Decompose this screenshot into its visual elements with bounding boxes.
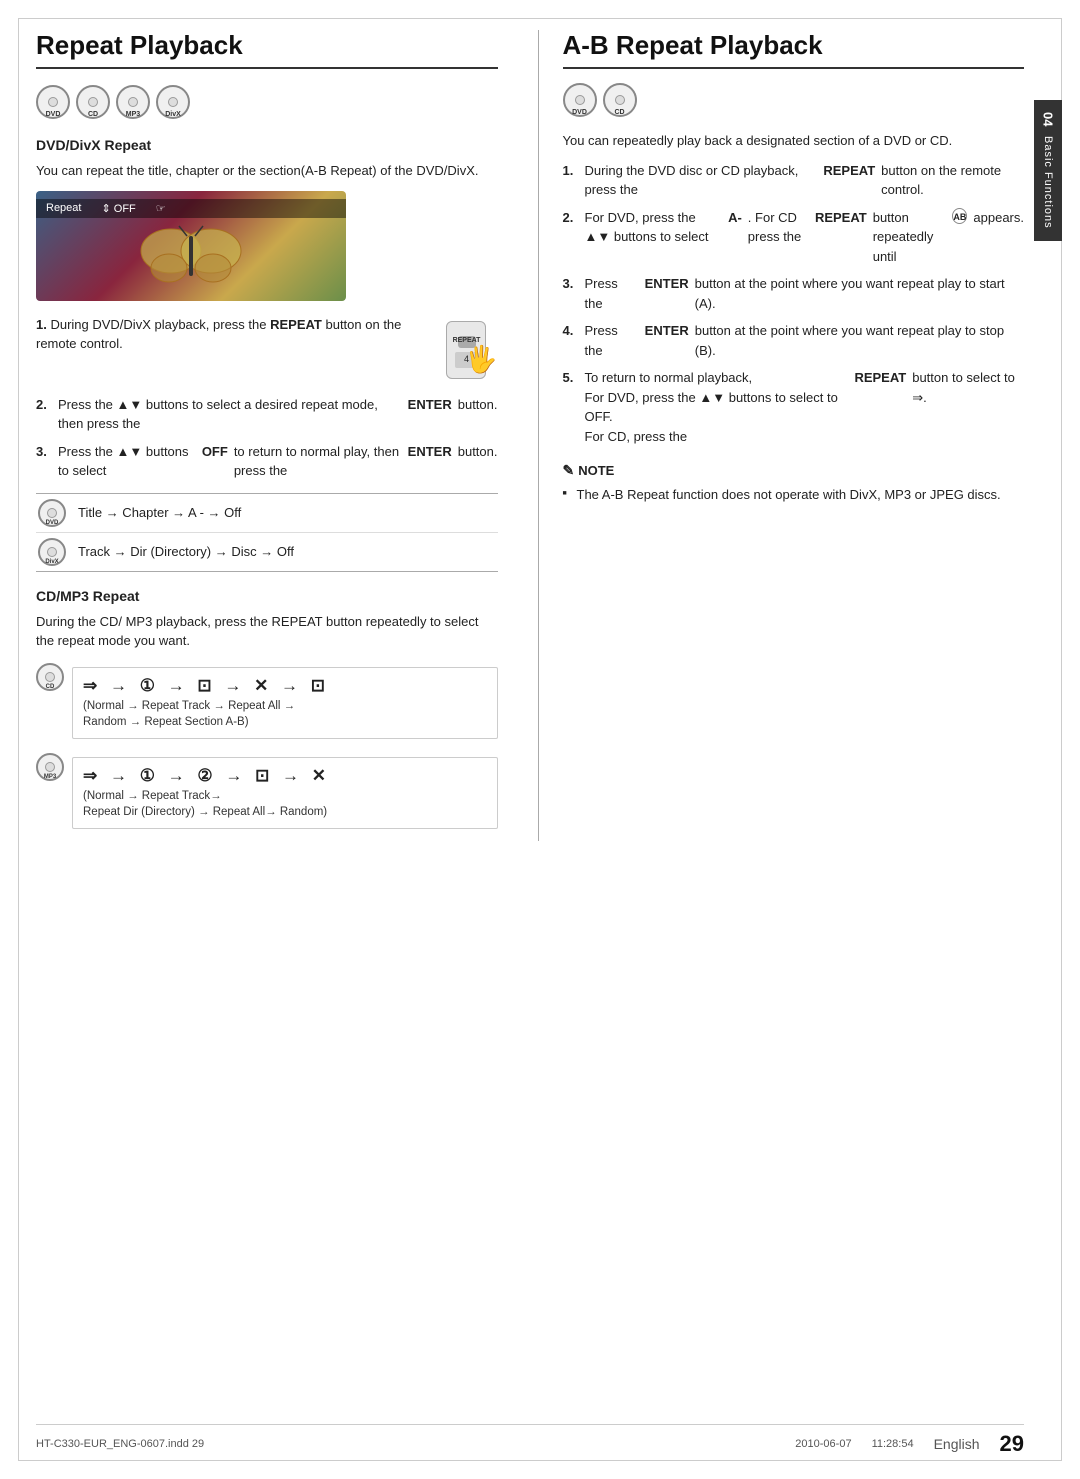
cd-icon-small: CD (36, 663, 64, 691)
mp3-icon-small: MP3 (36, 753, 64, 781)
left-column: Repeat Playback DVD CD MP3 (36, 30, 508, 841)
mp3-sequence-box: ⇒ → ① → ② → ⊡ → ✕ (Normal → Repeat Track… (72, 757, 498, 829)
sidebar-tab: 04 Basic Functions (1034, 100, 1062, 241)
ab-repeat-title: A-B Repeat Playback (563, 30, 1025, 69)
disc-icon-row: DVD CD MP3 DivX (36, 85, 498, 119)
divx-repeat-sequence: Track → Dir (Directory) → Disc → Off (78, 544, 294, 559)
page-title: Repeat Playback (36, 30, 498, 69)
right-disc-icons: DVD CD (563, 83, 1025, 117)
cd-mp3-intro: During the CD/ MP3 playback, press the R… (36, 612, 498, 651)
cd-mp3-heading: CD/MP3 Repeat (36, 588, 498, 604)
hand-icon: 🖐 (465, 340, 497, 379)
footer-filename: HT-C330-EUR_ENG-0607.indd 29 (36, 1438, 204, 1450)
ab-step-3: 3. Press the ENTER button at the point w… (563, 274, 1025, 313)
step-1-with-image: 1. During DVD/DivX playback, press the R… (36, 315, 498, 379)
repeat-table-row-dvd: DVD Title → Chapter → A - → Off (36, 494, 498, 533)
note-title: NOTE (563, 462, 1025, 479)
mp3-mode-content: ⇒ → ① → ② → ⊡ → ✕ (Normal → Repeat Track… (72, 751, 498, 833)
butterfly-svg (131, 216, 251, 296)
ab-step-1: 1. During the DVD disc or CD playback, p… (563, 161, 1025, 200)
ab-step-4: 4. Press the ENTER button at the point w… (563, 321, 1025, 360)
dvd-screenshot: Repeat ⇕ OFF ☞ (36, 191, 346, 301)
cd-sequence-box: ⇒ → ① → ⊡ → ✕ → ⊡ (Normal → Repeat Track… (72, 667, 498, 739)
ab-section-icon: AB (952, 208, 967, 224)
footer-date: 2010-06-07 (795, 1438, 851, 1450)
repeat-table: DVD Title → Chapter → A - → Off DivX Tr (36, 493, 498, 572)
mp3-mode-item: MP3 ⇒ → ① → ② → ⊡ → ✕ (Normal → Repeat T… (36, 751, 498, 833)
ab-intro: You can repeatedly play back a designate… (563, 131, 1025, 151)
dvd-disc-icon: DVD (36, 85, 70, 119)
sidebar-text: Basic Functions (1042, 136, 1054, 229)
divx-icon-table: DivX (36, 538, 68, 566)
right-dvd-icon: DVD (563, 83, 597, 117)
step-item: 2. Press the ▲▼ buttons to select a desi… (36, 395, 498, 434)
cd-caption: (Normal → Repeat Track → Repeat All →Ran… (83, 698, 487, 730)
dvd-steps-list: 1. During DVD/DivX playback, press the R… (36, 315, 498, 481)
dvd-vcd-icon: DVD (36, 499, 68, 527)
step-1-text: 1. During DVD/DivX playback, press the R… (36, 315, 436, 354)
page-label: English (934, 1436, 980, 1452)
cd-mode-content: ⇒ → ① → ⊡ → ✕ → ⊡ (Normal → Repeat Track… (72, 661, 498, 743)
right-column: A-B Repeat Playback DVD CD You can repea… (538, 30, 1025, 841)
ab-step-5: 5. To return to normal playback, For DVD… (563, 368, 1025, 446)
step-item: 3. Press the ▲▼ buttons to select OFF to… (36, 442, 498, 481)
note-list: The A-B Repeat function does not operate… (563, 485, 1025, 505)
page-number: 29 (1000, 1431, 1024, 1457)
ab-steps-list: 1. During the DVD disc or CD playback, p… (563, 161, 1025, 447)
note-item: The A-B Repeat function does not operate… (563, 485, 1025, 505)
dvd-repeat-sequence: Title → Chapter → A - → Off (78, 505, 241, 520)
cd-symbols: ⇒ → ① → ⊡ → ✕ → ⊡ (83, 676, 487, 696)
note-section: NOTE The A-B Repeat function does not op… (563, 462, 1025, 505)
mp3-symbols: ⇒ → ① → ② → ⊡ → ✕ (83, 766, 487, 786)
two-column-layout: Repeat Playback DVD CD MP3 (36, 30, 1024, 841)
cd-mode-item: CD ⇒ → ① → ⊡ → ✕ → ⊡ (Normal → Repeat Tr… (36, 661, 498, 743)
step-item: 1. During DVD/DivX playback, press the R… (36, 315, 498, 387)
footer-right: 2010-06-07 11:28:54 English 29 (795, 1431, 1024, 1457)
footer: HT-C330-EUR_ENG-0607.indd 29 2010-06-07 … (36, 1424, 1024, 1457)
mp3-disc-icon: MP3 (116, 85, 150, 119)
dvd-divx-intro: You can repeat the title, chapter or the… (36, 161, 498, 181)
dvd-divx-heading: DVD/DivX Repeat (36, 137, 498, 153)
butterfly-image (36, 211, 346, 301)
sidebar-number: 04 (1041, 112, 1056, 126)
mp3-caption: (Normal → Repeat Track→Repeat Dir (Direc… (83, 788, 487, 820)
divx-disc-icon: DivX (156, 85, 190, 119)
right-cd-icon: CD (603, 83, 637, 117)
repeat-table-row-divx: DivX Track → Dir (Directory) → Disc → Of… (36, 533, 498, 571)
footer-time: 11:28:54 (872, 1438, 914, 1450)
content-area: Repeat Playback DVD CD MP3 (36, 30, 1024, 1439)
ab-step-2: 2. For DVD, press the ▲▼ buttons to sele… (563, 208, 1025, 267)
remote-image: REPEAT 4 🖐 (446, 315, 498, 379)
cd-disc-icon: CD (76, 85, 110, 119)
